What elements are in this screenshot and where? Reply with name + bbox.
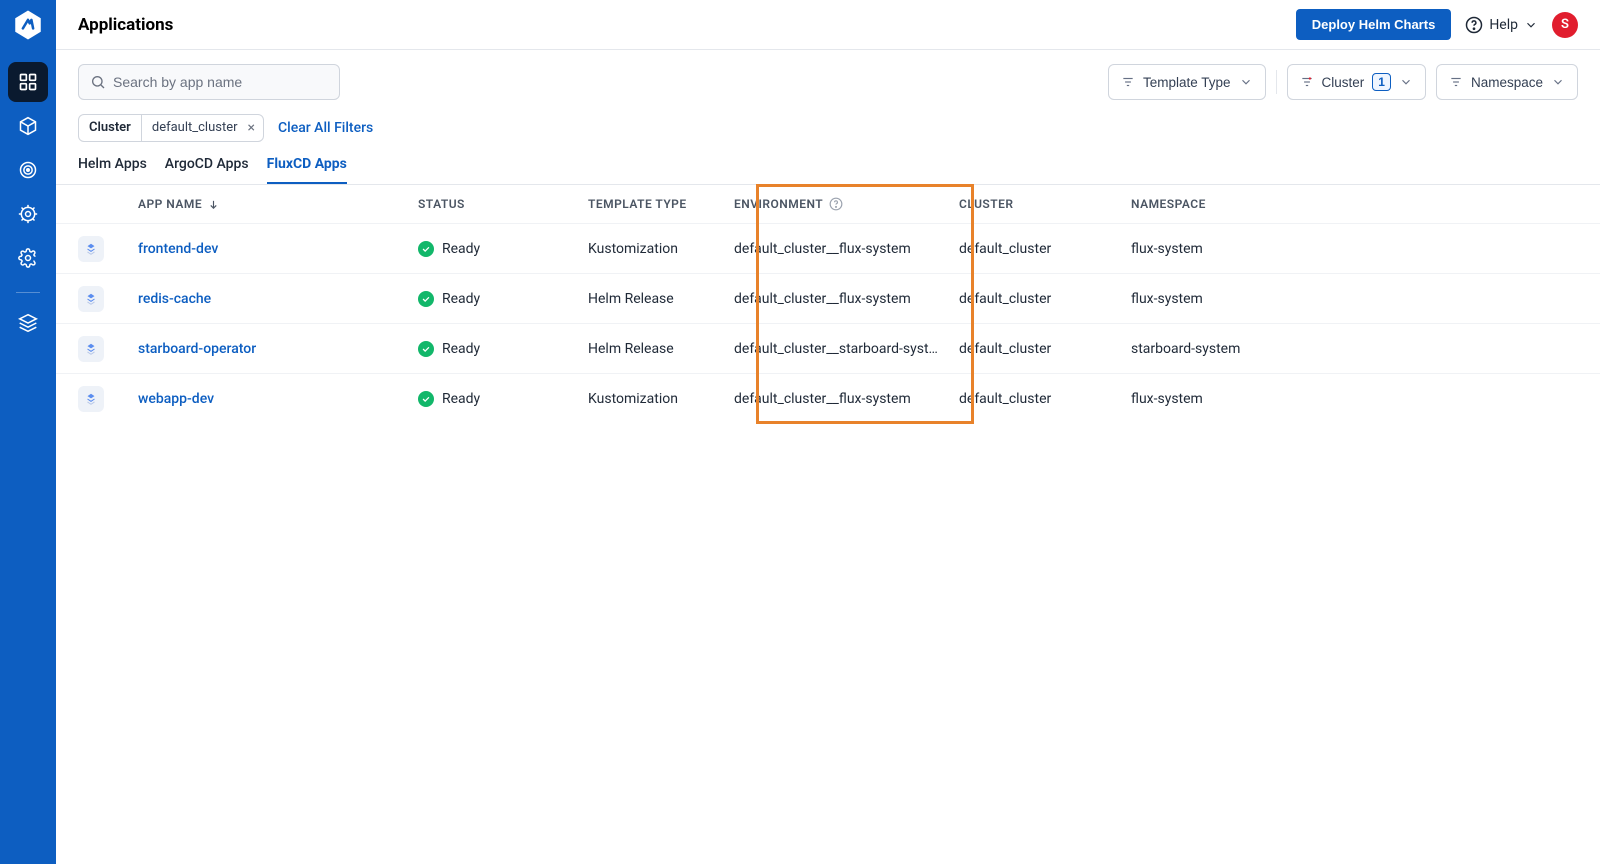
- chevron-down-icon: [1551, 75, 1565, 89]
- sidebar-item-helm[interactable]: [8, 194, 48, 234]
- tab-argocd-apps[interactable]: ArgoCD Apps: [165, 156, 249, 184]
- table-row[interactable]: frontend-devReadyKustomizationdefault_cl…: [56, 223, 1600, 273]
- col-status: Status: [418, 197, 588, 211]
- sidebar: [0, 0, 56, 864]
- status-ready-icon: [418, 391, 434, 407]
- chevron-down-icon: [1399, 75, 1413, 89]
- sidebar-item-cube[interactable]: [8, 106, 48, 146]
- col-environment: Environment: [734, 197, 959, 211]
- help-label: Help: [1489, 17, 1518, 33]
- chip-value: default_cluster: [142, 115, 246, 141]
- status-cell: Ready: [418, 241, 588, 257]
- toolbar: Template Type Cluster 1 Namespace: [56, 50, 1600, 100]
- cluster-cell: default_cluster: [959, 341, 1131, 357]
- namespace-cell: flux-system: [1131, 391, 1511, 407]
- filter-chip-cluster: Cluster default_cluster ×: [78, 114, 264, 142]
- app-type-icon: [78, 286, 104, 312]
- table-header: App Name Status Template Type Environmen…: [56, 185, 1600, 223]
- user-avatar[interactable]: S: [1552, 12, 1578, 38]
- app-logo: [11, 8, 45, 42]
- search-input[interactable]: [78, 64, 340, 100]
- sidebar-item-target[interactable]: [8, 150, 48, 190]
- app-type-icon: [78, 236, 104, 262]
- app-name-link[interactable]: starboard-operator: [138, 341, 418, 357]
- filter-namespace[interactable]: Namespace: [1436, 64, 1578, 100]
- table-row[interactable]: webapp-devReadyKustomizationdefault_clus…: [56, 373, 1600, 423]
- app-type-icon: [78, 336, 104, 362]
- filter-icon: [1300, 75, 1314, 89]
- status-ready-icon: [418, 241, 434, 257]
- search-icon: [90, 74, 106, 90]
- status-ready-icon: [418, 341, 434, 357]
- filter-icon: [1449, 75, 1463, 89]
- col-cluster: Cluster: [959, 197, 1131, 211]
- col-app-name-label: App Name: [138, 197, 202, 211]
- toolbar-divider: [1276, 70, 1277, 94]
- template-type-cell: Helm Release: [588, 291, 734, 307]
- app-name-link[interactable]: redis-cache: [138, 291, 418, 307]
- col-namespace: Namespace: [1131, 197, 1511, 211]
- sidebar-divider: [16, 292, 40, 293]
- deploy-helm-button[interactable]: Deploy Helm Charts: [1296, 9, 1452, 40]
- col-app-name[interactable]: App Name: [138, 197, 418, 211]
- sort-icon: [208, 199, 219, 210]
- filter-template-type[interactable]: Template Type: [1108, 64, 1266, 100]
- environment-cell: default_cluster__flux-system: [734, 391, 959, 407]
- app-name-link[interactable]: frontend-dev: [138, 241, 418, 257]
- namespace-cell: starboard-system: [1131, 341, 1511, 357]
- page-header: Applications Deploy Helm Charts Help S: [56, 0, 1600, 50]
- tab-helm-apps[interactable]: Helm Apps: [78, 156, 147, 184]
- status-cell: Ready: [418, 291, 588, 307]
- cluster-cell: default_cluster: [959, 391, 1131, 407]
- applications-table: App Name Status Template Type Environmen…: [56, 184, 1600, 423]
- status-ready-icon: [418, 291, 434, 307]
- environment-cell: default_cluster__flux-system: [734, 291, 959, 307]
- template-type-cell: Kustomization: [588, 391, 734, 407]
- chevron-down-icon: [1239, 75, 1253, 89]
- app-tabs: Helm Apps ArgoCD Apps FluxCD Apps: [56, 142, 1600, 184]
- template-type-cell: Kustomization: [588, 241, 734, 257]
- active-filter-chips: Cluster default_cluster × Clear All Filt…: [56, 100, 1600, 142]
- environment-cell: default_cluster__starboard-syst…: [734, 341, 959, 357]
- chip-remove-button[interactable]: ×: [246, 120, 263, 136]
- status-cell: Ready: [418, 341, 588, 357]
- namespace-cell: flux-system: [1131, 291, 1511, 307]
- table-row[interactable]: redis-cacheReadyHelm Releasedefault_clus…: [56, 273, 1600, 323]
- sidebar-item-applications[interactable]: [8, 62, 48, 102]
- cluster-cell: default_cluster: [959, 241, 1131, 257]
- tab-fluxcd-apps[interactable]: FluxCD Apps: [267, 156, 347, 184]
- clear-all-filters-link[interactable]: Clear All Filters: [278, 120, 373, 136]
- status-cell: Ready: [418, 391, 588, 407]
- filter-namespace-label: Namespace: [1471, 75, 1543, 90]
- filter-template-type-label: Template Type: [1143, 75, 1231, 90]
- environment-cell: default_cluster__flux-system: [734, 241, 959, 257]
- sidebar-item-layers[interactable]: [8, 303, 48, 343]
- filter-cluster-label: Cluster: [1322, 75, 1365, 90]
- cluster-cell: default_cluster: [959, 291, 1131, 307]
- filter-icon: [1121, 75, 1135, 89]
- chip-key: Cluster: [79, 115, 142, 141]
- page-title: Applications: [78, 15, 173, 35]
- col-template-type: Template Type: [588, 197, 734, 211]
- app-name-link[interactable]: webapp-dev: [138, 391, 418, 407]
- filter-cluster-count: 1: [1372, 73, 1391, 91]
- app-type-icon: [78, 386, 104, 412]
- template-type-cell: Helm Release: [588, 341, 734, 357]
- help-menu[interactable]: Help: [1465, 16, 1538, 34]
- table-row[interactable]: starboard-operatorReadyHelm Releasedefau…: [56, 323, 1600, 373]
- help-icon[interactable]: [829, 197, 843, 211]
- namespace-cell: flux-system: [1131, 241, 1511, 257]
- filter-cluster[interactable]: Cluster 1: [1287, 64, 1426, 100]
- sidebar-item-settings[interactable]: [8, 238, 48, 278]
